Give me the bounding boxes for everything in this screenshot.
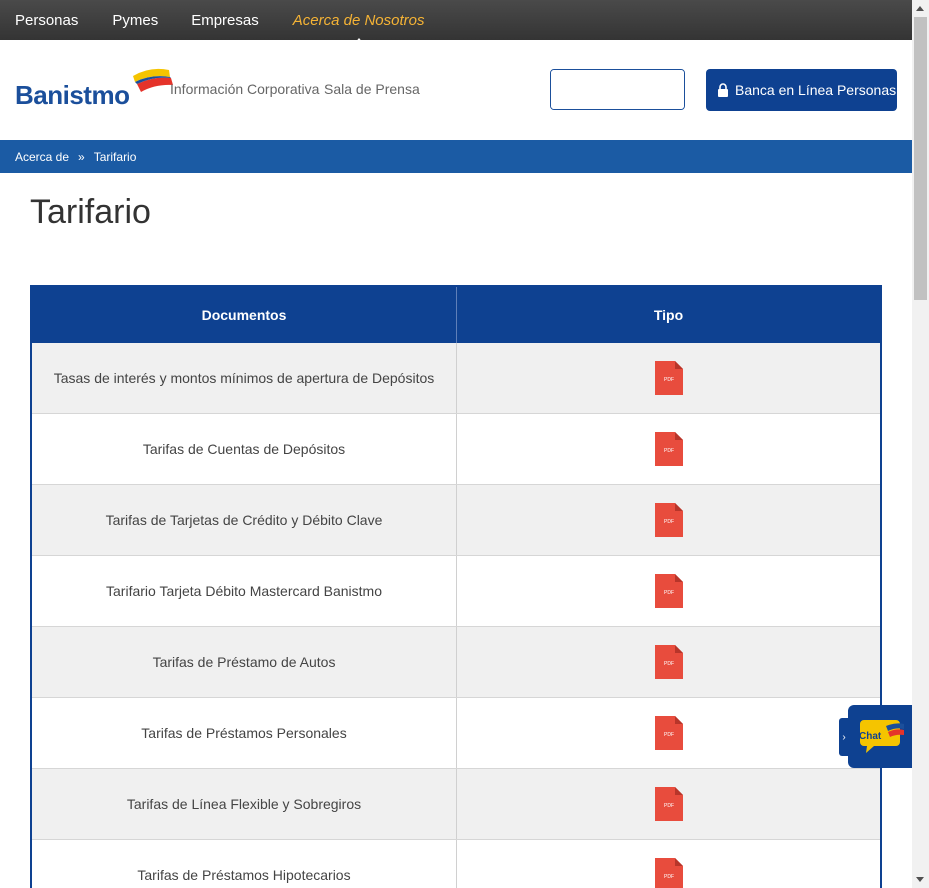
document-name: Tarifas de Préstamos Hipotecarios	[32, 840, 457, 888]
table-row: Tasas de interés y montos mínimos de ape…	[32, 343, 880, 414]
banca-en-linea-label: Banca en Línea Personas	[735, 82, 897, 98]
lock-icon	[718, 83, 728, 97]
document-type-cell: PDF	[457, 485, 880, 555]
pdf-icon-label: PDF	[664, 519, 674, 525]
scrollbar-thumb[interactable]	[914, 17, 927, 300]
nav-empresas[interactable]: Empresas	[191, 12, 259, 29]
chat-widget[interactable]: Chat	[848, 705, 912, 768]
pdf-icon-label: PDF	[664, 661, 674, 667]
column-header-documentos: Documentos	[32, 287, 457, 343]
tarifario-table: Documentos Tipo Tasas de interés y monto…	[30, 285, 882, 888]
document-type-cell: PDF	[457, 414, 880, 484]
document-name: Tarifas de Línea Flexible y Sobregiros	[32, 769, 457, 839]
pdf-file-icon[interactable]: PDF	[654, 432, 683, 466]
chat-label: Chat	[859, 731, 882, 742]
table-row: Tarifas de Préstamos Hipotecarios PDF	[32, 840, 880, 888]
pdf-file-icon[interactable]: PDF	[654, 574, 683, 608]
logo-text: Banistmo	[15, 80, 130, 110]
document-name: Tarifas de Préstamos Personales	[32, 698, 457, 768]
pdf-icon-label: PDF	[664, 732, 674, 738]
nav-pymes[interactable]: Pymes	[112, 12, 158, 29]
pdf-file-icon[interactable]: PDF	[654, 503, 683, 537]
document-name: Tarifario Tarjeta Débito Mastercard Bani…	[32, 556, 457, 626]
pdf-icon-label: PDF	[664, 448, 674, 454]
scroll-down-arrow-icon[interactable]	[916, 877, 924, 882]
search-box	[550, 69, 685, 110]
pdf-file-icon[interactable]: PDF	[654, 787, 683, 821]
table-body: Tasas de interés y montos mínimos de ape…	[32, 343, 880, 888]
document-name: Tasas de interés y montos mínimos de ape…	[32, 343, 457, 413]
document-type-cell: PDF	[457, 556, 880, 626]
banistmo-logo[interactable]: Banistmo	[15, 66, 173, 110]
table-row: Tarifas de Cuentas de Depósitos PDF	[32, 414, 880, 485]
table-row: Tarifario Tarjeta Débito Mastercard Bani…	[32, 556, 880, 627]
breadcrumb-separator: »	[78, 149, 85, 164]
table-row: Tarifas de Préstamo de Autos PDF	[32, 627, 880, 698]
site-header: Banistmo Información Corporativa Sala de…	[0, 40, 912, 140]
pdf-icon-label: PDF	[664, 377, 674, 383]
vertical-scrollbar[interactable]	[912, 0, 929, 888]
pdf-file-icon[interactable]: PDF	[654, 716, 683, 750]
document-type-cell: PDF	[457, 343, 880, 413]
document-type-cell: PDF	[457, 840, 880, 888]
pdf-file-icon[interactable]: PDF	[654, 645, 683, 679]
document-type-cell: PDF	[457, 769, 880, 839]
column-header-tipo: Tipo	[653, 307, 684, 323]
document-name: Tarifas de Préstamo de Autos	[32, 627, 457, 697]
logo-flag-icon	[133, 68, 173, 92]
pdf-icon-label: PDF	[664, 874, 674, 880]
breadcrumb-acerca-de[interactable]: Acerca de	[15, 150, 69, 164]
pdf-file-icon[interactable]: PDF	[654, 858, 683, 888]
scroll-up-arrow-icon[interactable]	[916, 6, 924, 11]
table-row: Tarifas de Línea Flexible y Sobregiros PD…	[32, 769, 880, 840]
search-input[interactable]	[551, 70, 684, 109]
pdf-file-icon[interactable]: PDF	[654, 361, 683, 395]
nav-personas[interactable]: Personas	[15, 12, 78, 29]
table-row: Tarifas de Tarjetas de Crédito y Débito …	[32, 485, 880, 556]
link-sala-de-prensa[interactable]: Sala de Prensa	[324, 81, 420, 97]
pdf-icon-label: PDF	[664, 590, 674, 596]
table-header: Documentos Tipo	[32, 287, 880, 343]
link-informacion-corporativa[interactable]: Información Corporativa	[170, 81, 319, 97]
nav-acerca-de-nosotros[interactable]: Acerca de Nosotros	[292, 11, 425, 44]
breadcrumb: Acerca de » Tarifario	[0, 140, 912, 173]
document-type-cell: PDF	[457, 627, 880, 697]
banca-en-linea-button[interactable]: Banca en Línea Personas	[706, 69, 897, 111]
breadcrumb-current: Tarifario	[93, 149, 137, 164]
pdf-icon-label: PDF	[664, 803, 674, 809]
page-title: Tarifario	[30, 193, 151, 231]
nav-acerca-label: Acerca de Nosotros	[292, 11, 425, 29]
top-navigation: Personas Pymes Empresas Acerca de Nosotr…	[0, 0, 912, 44]
document-name: Tarifas de Tarjetas de Crédito y Débito …	[32, 485, 457, 555]
table-row: Tarifas de Préstamos Personales PDF	[32, 698, 880, 769]
document-name: Tarifas de Cuentas de Depósitos	[32, 414, 457, 484]
document-type-cell: PDF	[457, 698, 880, 768]
